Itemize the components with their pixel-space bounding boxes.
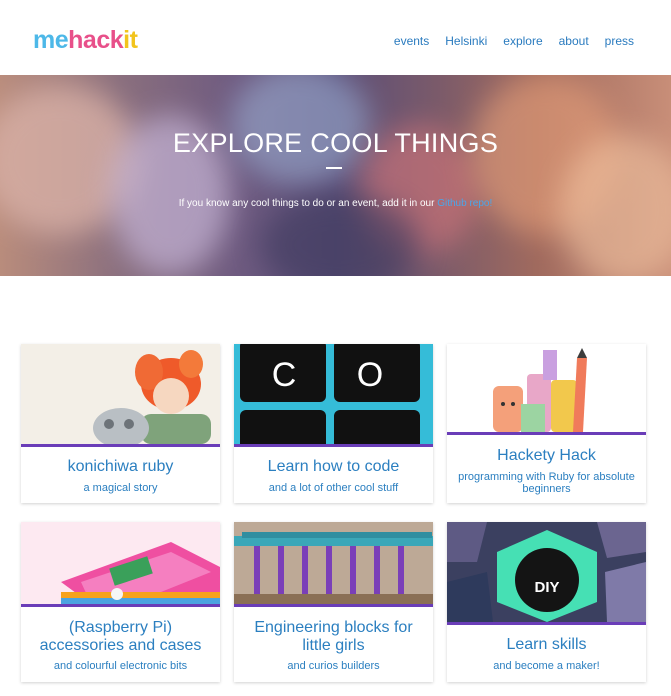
card-title[interactable]: (Raspberry Pi) accessories and cases <box>27 619 214 655</box>
card-subtitle: and colourful electronic bits <box>53 660 188 672</box>
card-konichiwa-ruby[interactable]: konichiwa ruby a magical story <box>21 344 220 503</box>
card-image <box>21 522 220 604</box>
logo-hack: hack <box>68 26 124 54</box>
card-learn-how-to-code[interactable]: C O Learn how to code and a lot of other… <box>234 344 433 503</box>
nav-explore[interactable]: explore <box>503 33 542 49</box>
main-nav: events Helsinki explore about press <box>394 33 634 49</box>
nav-about[interactable]: about <box>559 33 589 49</box>
pencils-illustration <box>493 348 587 432</box>
card-rule <box>21 604 220 607</box>
logo-it: it <box>123 26 138 54</box>
logo[interactable]: mehackit <box>33 24 138 56</box>
card-hackety-hack[interactable]: Hackety Hack programming with Ruby for a… <box>447 344 646 503</box>
card-image: DIY <box>447 522 646 622</box>
girl-and-robot-illustration <box>93 350 211 444</box>
card-subtitle: and a lot of other cool stuff <box>268 482 399 494</box>
engineering-toy-photo <box>234 522 433 604</box>
card-title[interactable]: konichiwa ruby <box>27 458 214 476</box>
hero-subtitle: If you know any cool things to do or an … <box>0 197 671 211</box>
card-learn-skills[interactable]: DIY Learn skills and become a maker! <box>447 522 646 682</box>
github-repo-link[interactable]: Github repo! <box>437 198 492 209</box>
card-image <box>21 344 220 444</box>
card-rule <box>447 622 646 625</box>
logo-me: me <box>33 26 69 54</box>
nav-events[interactable]: events <box>394 33 429 49</box>
card-title[interactable]: Engineering blocks for little girls <box>240 619 427 655</box>
svg-text:DIY: DIY <box>534 579 559 596</box>
card-rule <box>21 444 220 447</box>
card-image: C O <box>234 344 433 444</box>
nav-helsinki[interactable]: Helsinki <box>445 33 487 49</box>
card-rule <box>447 432 646 435</box>
hero-title: EXPLORE COOL THINGS <box>172 128 499 158</box>
card-subtitle: and become a maker! <box>493 660 600 672</box>
svg-text:O: O <box>357 356 383 394</box>
svg-text:C: C <box>272 356 297 394</box>
card-rule <box>234 604 433 607</box>
card-title[interactable]: Learn how to code <box>240 458 427 476</box>
card-subtitle: and curios builders <box>287 660 380 672</box>
hero-banner: EXPLORE COOL THINGS If you know any cool… <box>0 75 671 276</box>
card-title[interactable]: Hackety Hack <box>453 447 640 465</box>
keyboard-keys-co: C O <box>234 344 433 444</box>
card-image <box>234 522 433 604</box>
nav-press[interactable]: press <box>605 33 634 49</box>
raspberry-pi-case-photo <box>21 522 220 604</box>
hero-subtitle-text: If you know any cool things to do or an … <box>178 198 438 209</box>
card-image <box>447 344 646 432</box>
card-engineering-blocks[interactable]: Engineering blocks for little girls and … <box>234 522 433 682</box>
card-subtitle: a magical story <box>83 482 158 494</box>
card-title[interactable]: Learn skills <box>453 636 640 654</box>
card-rule <box>234 444 433 447</box>
site-header: mehackit events Helsinki explore about p… <box>0 0 671 75</box>
card-subtitle: programming with Ruby for absolute begin… <box>458 471 635 495</box>
card-raspberry-pi[interactable]: (Raspberry Pi) accessories and cases and… <box>21 522 220 682</box>
hero-divider <box>326 167 342 169</box>
diy-badge-illustration: DIY <box>447 522 646 622</box>
